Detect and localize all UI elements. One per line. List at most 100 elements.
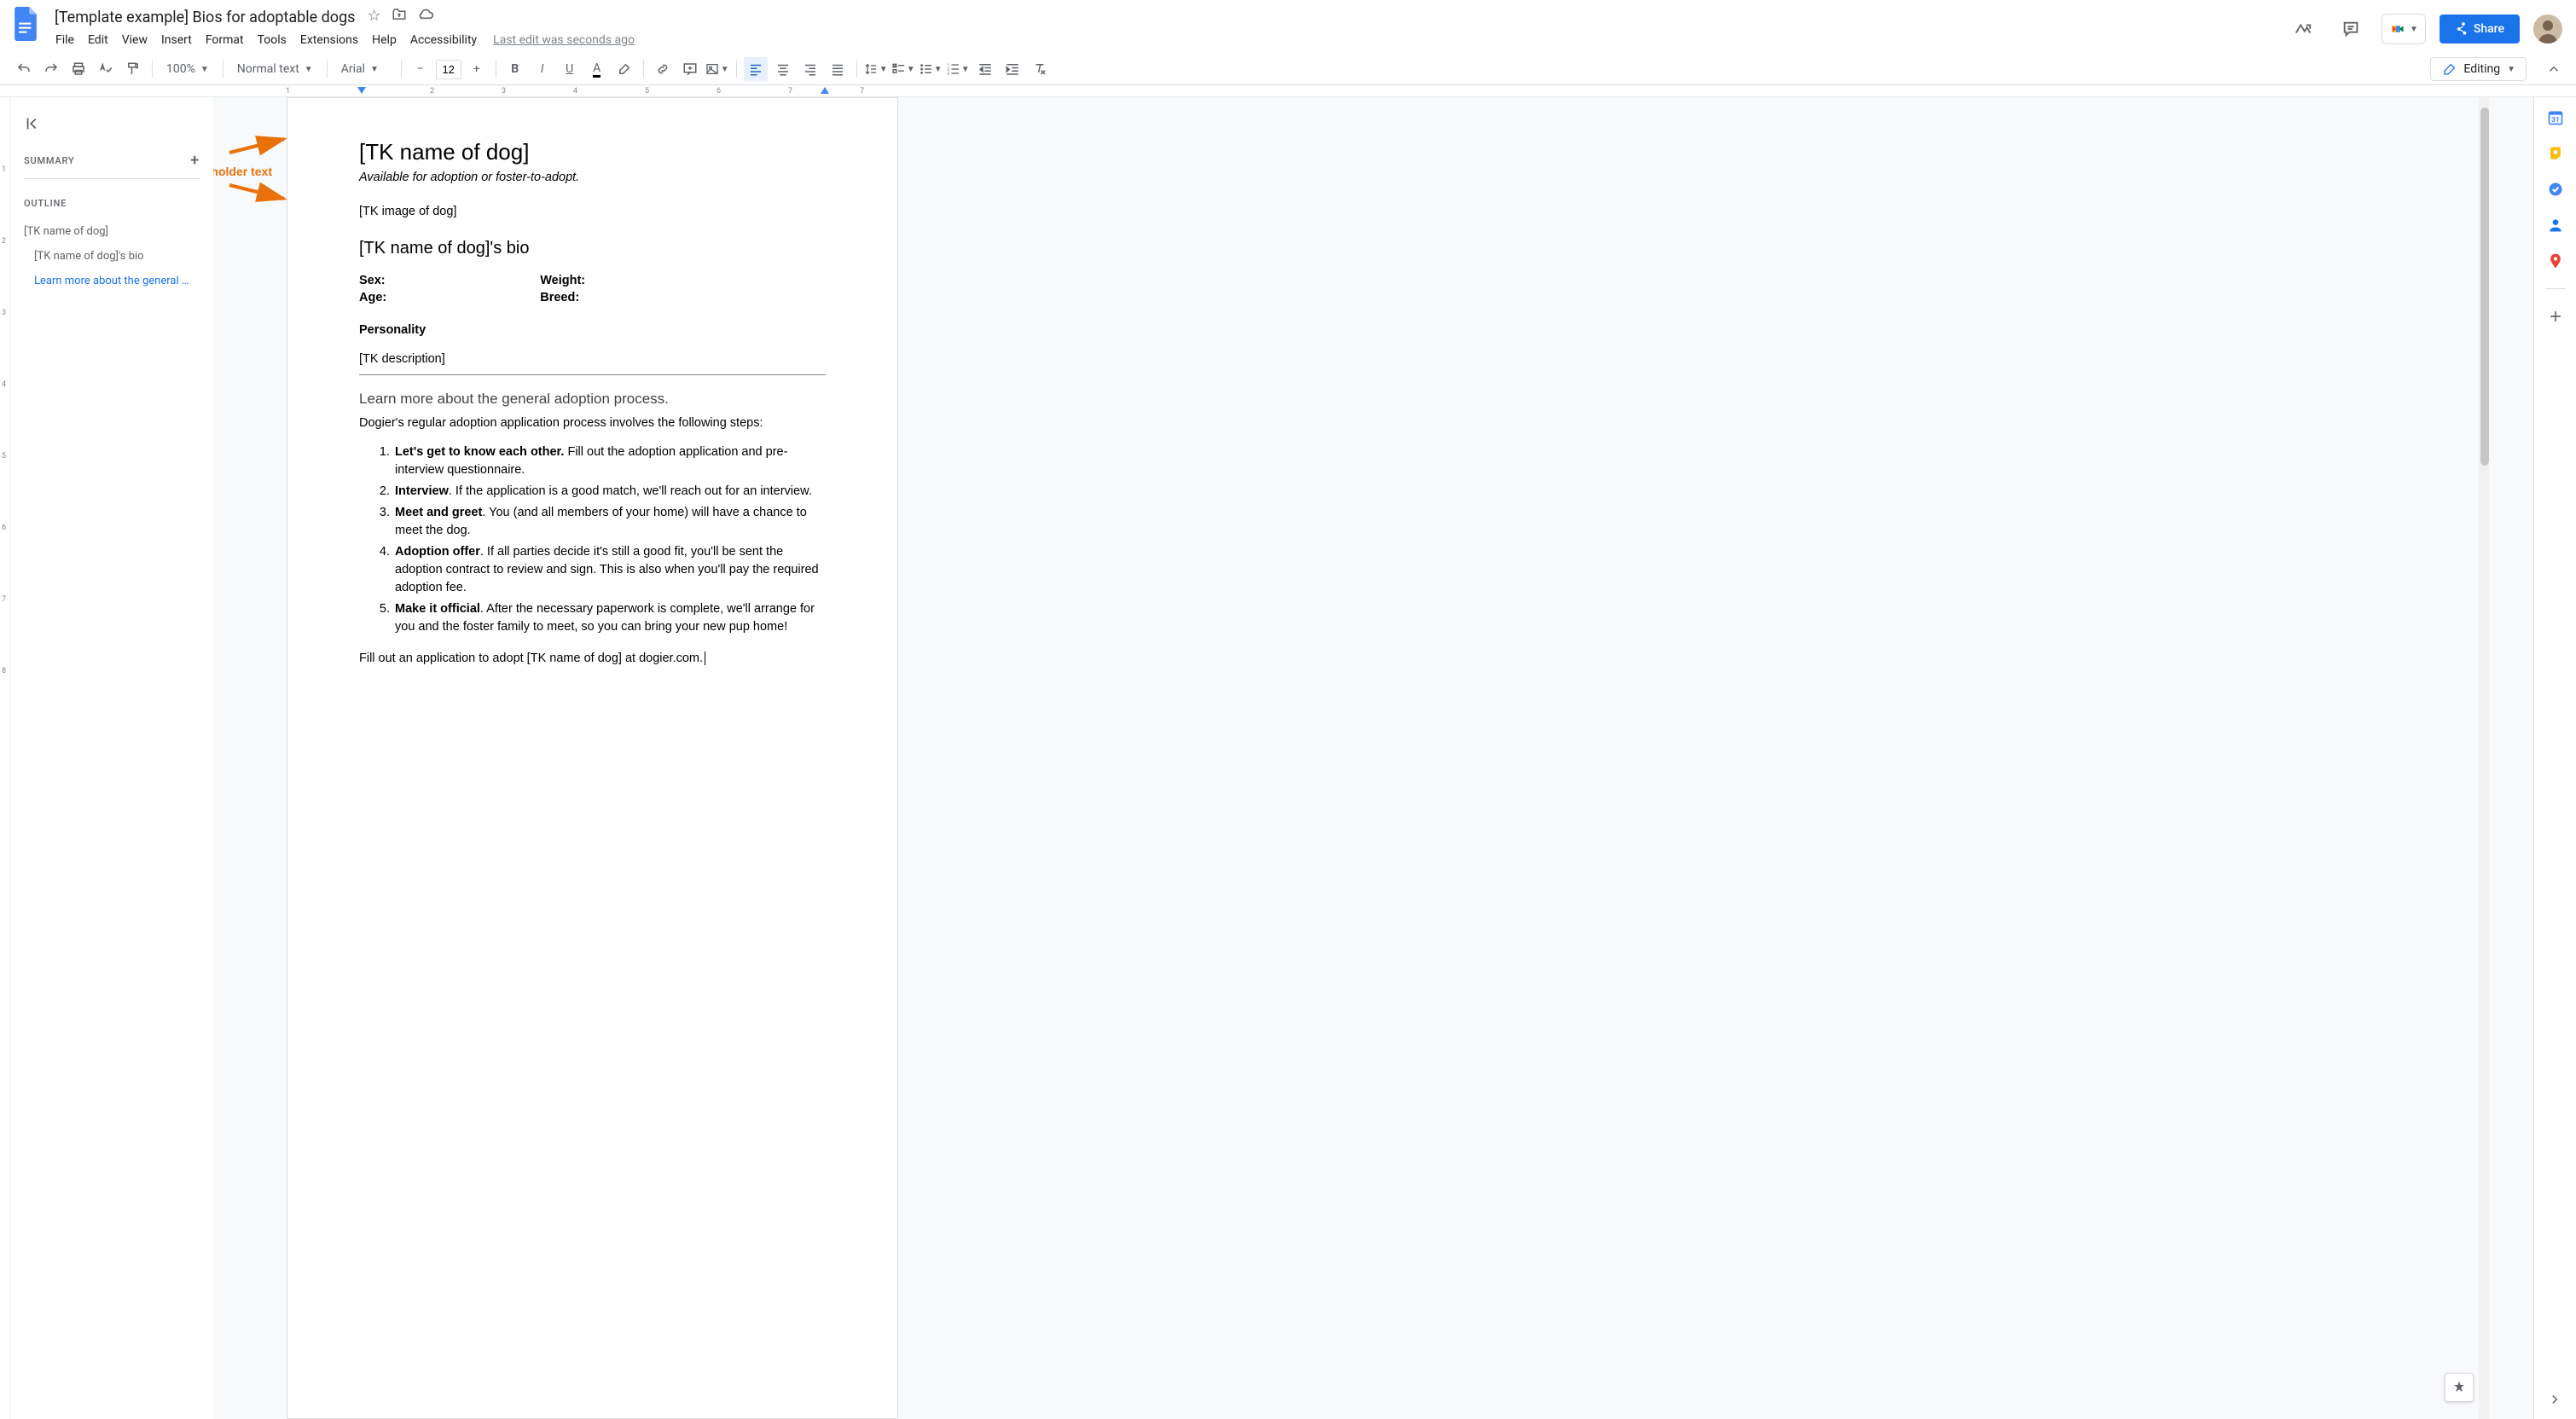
doc-intro[interactable]: Dogier's regular adoption application pr…: [359, 416, 826, 430]
paint-format-button[interactable]: [121, 57, 145, 81]
outline-item[interactable]: [TK name of dog]'s bio: [24, 244, 200, 269]
star-icon[interactable]: ☆: [367, 7, 380, 28]
activity-icon[interactable]: [2286, 12, 2320, 46]
cloud-status-icon[interactable]: [417, 7, 434, 28]
zoom-select[interactable]: 100%▼: [160, 60, 216, 78]
doc-subtitle[interactable]: Available for adoption or foster-to-adop…: [359, 171, 826, 184]
align-center-button[interactable]: [771, 57, 795, 81]
annotation-label: Examples of placeholder text: [213, 165, 272, 178]
keep-icon[interactable]: [2547, 145, 2564, 162]
doc-heading-1[interactable]: [TK name of dog]: [359, 139, 826, 165]
font-size-increase[interactable]: +: [465, 57, 489, 81]
indent-decrease-button[interactable]: [973, 57, 997, 81]
indent-increase-button[interactable]: [1001, 57, 1024, 81]
font-size-decrease[interactable]: −: [409, 57, 432, 81]
menu-insert[interactable]: Insert: [155, 30, 198, 50]
undo-button[interactable]: [12, 57, 36, 81]
pencil-icon: [2443, 62, 2457, 76]
print-button[interactable]: [67, 57, 90, 81]
doc-steps-list[interactable]: Let's get to know each other. Fill out t…: [359, 443, 826, 636]
menu-format[interactable]: Format: [200, 30, 250, 50]
highlight-button[interactable]: [612, 57, 636, 81]
doc-footer-line[interactable]: Fill out an application to adopt [TK nam…: [359, 652, 826, 665]
text-color-button[interactable]: A: [585, 57, 609, 81]
insert-comment-button[interactable]: [678, 57, 702, 81]
get-addons-button[interactable]: [2547, 308, 2564, 325]
svg-text:3: 3: [947, 72, 949, 77]
svg-text:31: 31: [2551, 116, 2560, 125]
line-spacing-button[interactable]: ▼: [864, 57, 888, 81]
move-icon[interactable]: [392, 7, 407, 28]
menubar: File Edit View Insert Format Tools Exten…: [48, 28, 2281, 54]
comments-icon[interactable]: [2334, 12, 2368, 46]
share-button[interactable]: Share: [2440, 14, 2520, 43]
align-justify-button[interactable]: [826, 57, 850, 81]
editing-mode-button[interactable]: Editing ▼: [2430, 57, 2527, 81]
doc-tk-description[interactable]: [TK description]: [359, 352, 826, 366]
menu-tools[interactable]: Tools: [252, 30, 293, 50]
account-avatar[interactable]: [2533, 14, 2562, 43]
outline-close-button[interactable]: [24, 114, 200, 136]
clear-format-button[interactable]: [1028, 57, 1052, 81]
bulleted-list-button[interactable]: ▼: [919, 57, 943, 81]
contacts-icon[interactable]: [2547, 217, 2564, 234]
list-item: Adoption offer. If all parties decide it…: [393, 543, 826, 597]
numbered-list-button[interactable]: 123▼: [946, 57, 970, 81]
bold-button[interactable]: B: [503, 57, 527, 81]
font-size-input[interactable]: [437, 61, 461, 78]
spellcheck-button[interactable]: [94, 57, 118, 81]
outline-item[interactable]: [TK name of dog]: [24, 219, 200, 244]
add-summary-button[interactable]: +: [190, 152, 200, 170]
redo-button[interactable]: [39, 57, 63, 81]
vertical-ruler[interactable]: 1 2 3 4 5 6 7 8: [0, 97, 10, 1419]
menu-help[interactable]: Help: [366, 30, 403, 50]
calendar-icon[interactable]: 31: [2547, 109, 2564, 126]
menu-file[interactable]: File: [49, 30, 80, 50]
last-edit-link[interactable]: Last edit was seconds ago: [493, 33, 635, 47]
insert-link-button[interactable]: [651, 57, 675, 81]
workspace: 1 2 3 4 5 6 7 8 SUMMARY + OUTLINE [TK na…: [0, 97, 2576, 1419]
chevron-down-icon: ▼: [907, 65, 915, 74]
styles-select[interactable]: Normal text▼: [230, 60, 320, 78]
annotation-arrow-icon: [228, 134, 293, 160]
italic-button[interactable]: I: [531, 57, 554, 81]
doc-image-placeholder[interactable]: [TK image of dog]: [359, 205, 826, 218]
doc-heading-3[interactable]: Learn more about the general adoption pr…: [359, 391, 826, 408]
chevron-down-icon: ▼: [961, 65, 970, 74]
chevron-down-icon: ▼: [934, 65, 943, 74]
doc-heading-2[interactable]: [TK name of dog]'s bio: [359, 239, 826, 258]
document-title[interactable]: [Template example] Bios for adoptable do…: [49, 7, 360, 28]
hide-side-panel-button[interactable]: [2547, 1392, 2562, 1410]
explore-button[interactable]: [2445, 1373, 2474, 1402]
menu-extensions[interactable]: Extensions: [294, 30, 364, 50]
meet-button[interactable]: ▼: [2382, 14, 2426, 44]
chevron-down-icon: ▼: [305, 65, 313, 74]
doc-personality-label[interactable]: Personality: [359, 323, 826, 337]
page[interactable]: Examples of placeholder text [TK name of…: [287, 97, 898, 1419]
list-item: Make it official. After the necessary pa…: [393, 600, 826, 636]
align-right-button[interactable]: [798, 57, 822, 81]
menu-edit[interactable]: Edit: [82, 30, 114, 50]
list-item: Let's get to know each other. Fill out t…: [393, 443, 826, 479]
chevron-down-icon: ▼: [721, 65, 729, 74]
outline-item[interactable]: Learn more about the general …: [24, 269, 200, 293]
font-select[interactable]: Arial▼: [334, 60, 394, 78]
align-left-button[interactable]: [744, 57, 768, 81]
tasks-icon[interactable]: [2547, 181, 2564, 198]
chevron-down-icon: ▼: [2507, 65, 2515, 74]
app-header: [Template example] Bios for adoptable do…: [0, 0, 2576, 54]
checklist-button[interactable]: ▼: [891, 57, 915, 81]
scrollbar-thumb[interactable]: [2480, 107, 2489, 466]
doc-properties[interactable]: Sex:Age: Weight:Breed:: [359, 274, 826, 304]
menu-view[interactable]: View: [116, 30, 154, 50]
horizontal-ruler[interactable]: 1 2 3 4 5 6 7 7: [0, 85, 2576, 97]
insert-image-button[interactable]: ▼: [705, 57, 729, 81]
collapse-toolbar-button[interactable]: [2542, 57, 2566, 81]
maps-icon[interactable]: [2547, 252, 2564, 269]
underline-button[interactable]: U: [558, 57, 582, 81]
docs-logo[interactable]: [9, 7, 43, 41]
summary-label: SUMMARY: [24, 155, 74, 166]
document-canvas[interactable]: Examples of placeholder text [TK name of…: [213, 97, 2533, 1419]
menu-accessibility[interactable]: Accessibility: [404, 30, 483, 50]
side-panel: 31: [2533, 97, 2576, 1419]
